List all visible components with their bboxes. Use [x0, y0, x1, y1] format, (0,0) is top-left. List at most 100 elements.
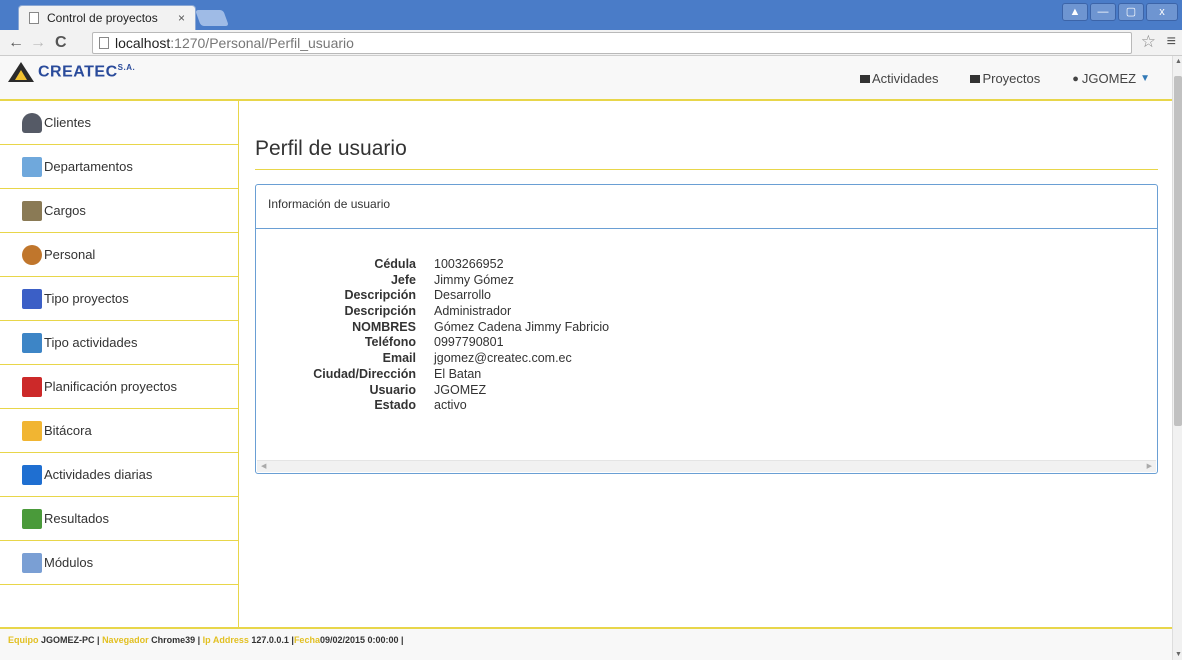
tab-close-icon[interactable]: ×: [178, 11, 185, 25]
sidebar-item-actividades-diarias[interactable]: Actividades diarias: [0, 453, 238, 497]
top-nav: Actividades Proyectos ● JGOMEZ ▼: [859, 71, 1150, 86]
page-title: Perfil de usuario: [255, 137, 407, 160]
menu-icon[interactable]: ≡: [1167, 33, 1176, 51]
sidebar-item-clientes[interactable]: Clientes: [0, 101, 238, 145]
maximize-icon[interactable]: ▢: [1118, 3, 1144, 21]
scroll-up-icon[interactable]: ▲: [1175, 58, 1182, 65]
messenger-icon: [22, 464, 42, 485]
detail-value: Administrador: [434, 304, 512, 319]
footer-fecha-value: 09/02/2015 0:00:00 |: [319, 635, 404, 645]
detail-key: Ciudad/Dirección: [313, 366, 416, 381]
detail-row: Ciudad/Dirección El Batan: [256, 367, 956, 383]
sidebar-item-tipo-actividades[interactable]: Tipo actividades: [0, 321, 238, 365]
detail-key: Descripción: [344, 288, 416, 303]
sidebar-item-label: Cargos: [44, 203, 86, 218]
browser-tab[interactable]: Control de proyectos ×: [18, 5, 196, 30]
user-info-panel: Información de usuario Cédula 1003266952 …: [255, 184, 1158, 474]
tasks-icon: [859, 74, 870, 83]
sidebar-item-modulos[interactable]: Módulos: [0, 541, 238, 585]
brand-suffix: S.A.: [117, 62, 136, 72]
footer-ip-label: Ip Address: [202, 635, 249, 645]
sidebar-item-resultados[interactable]: Resultados: [0, 497, 238, 541]
new-tab-button[interactable]: [195, 10, 229, 26]
sidebar-item-departamentos[interactable]: Departamentos: [0, 145, 238, 189]
detail-key: Email: [382, 351, 416, 366]
sidebar-item-label: Personal: [44, 247, 96, 262]
detail-value: jgomez@createc.com.ec: [434, 351, 572, 366]
pencil-icon: [22, 552, 42, 573]
folder-yellow-icon: [22, 420, 42, 441]
footer-equipo-label: Equipo: [8, 635, 39, 645]
scroll-right-icon[interactable]: ▶: [1147, 461, 1152, 473]
sidebar-item-label: Resultados: [44, 511, 110, 526]
browser-toolbar: ← → C localhost :1270/Personal/Perfil_us…: [0, 30, 1182, 56]
project-type-icon: [22, 288, 42, 309]
detail-row: Estado activo: [256, 398, 956, 414]
detail-row: Descripción Desarrollo: [256, 288, 956, 304]
forward-icon[interactable]: →: [30, 33, 46, 53]
scrollbar-thumb[interactable]: [1174, 76, 1182, 426]
toolbox-icon: [22, 376, 42, 397]
sidebar-item-personal[interactable]: Personal: [0, 233, 238, 277]
detail-row: Teléfono 0997790801: [256, 335, 956, 351]
detail-value: 1003266952: [434, 257, 504, 271]
detail-key: NOMBRES: [352, 319, 416, 334]
sidebar-item-label: Departamentos: [44, 159, 133, 174]
detail-row: Email jgomez@createc.com.ec: [256, 351, 956, 367]
user-icon: ●: [1072, 72, 1079, 85]
sidebar-item-planificacion-proyectos[interactable]: Planificación proyectos: [0, 365, 238, 409]
nav-proyectos-label: Proyectos: [982, 71, 1041, 86]
sidebar-item-label: Bitácora: [44, 423, 92, 438]
detail-value: JGOMEZ: [434, 382, 487, 397]
sidebar-item-bitacora[interactable]: Bitácora: [0, 409, 238, 453]
footer: Equipo JGOMEZ-PC | Navegador Chrome39 | …: [0, 627, 1172, 660]
detail-key: Usuario: [369, 382, 416, 397]
panel-horizontal-scrollbar[interactable]: ◀ ▶: [257, 460, 1156, 472]
detail-key: Descripción: [344, 304, 416, 319]
footer-fecha-label: Fecha: [293, 635, 320, 645]
folder-icon: [970, 74, 981, 83]
reload-icon[interactable]: C: [55, 33, 67, 53]
spreadsheet-icon: [22, 508, 42, 529]
detail-key: Estado: [374, 398, 416, 413]
nav-proyectos[interactable]: Proyectos: [970, 71, 1040, 86]
detail-row: Descripción Administrador: [256, 304, 956, 320]
url-host: localhost: [115, 35, 171, 51]
page-scrollbar[interactable]: ▲ ▼: [1172, 56, 1182, 660]
caret-down-icon: ▼: [1140, 73, 1150, 84]
minimize-icon[interactable]: —: [1090, 3, 1116, 21]
folder-blue-icon: [22, 332, 42, 353]
sidebar-item-tipo-proyectos[interactable]: Tipo proyectos: [0, 277, 238, 321]
detail-value: activo: [434, 398, 467, 413]
tab-title: Control de proyectos: [47, 11, 158, 25]
back-icon[interactable]: ←: [8, 33, 24, 53]
user-menu[interactable]: ● JGOMEZ ▼: [1072, 71, 1150, 86]
sidebar-item-label: Módulos: [44, 555, 94, 570]
user-switch-icon[interactable]: ▲: [1062, 3, 1088, 21]
scroll-left-icon[interactable]: ◀: [261, 461, 266, 473]
detail-value: 0997790801: [434, 335, 504, 350]
footer-ip-value: 127.0.0.1 |: [251, 635, 294, 645]
sidebar-item-label: Tipo actividades: [44, 335, 138, 350]
detail-value: Jimmy Gómez: [434, 272, 514, 287]
window-controls: ▲ — ▢ x: [1062, 3, 1178, 21]
people-icon: [22, 244, 42, 265]
nav-actividades-label: Actividades: [871, 71, 939, 86]
sidebar-item-cargos[interactable]: Cargos: [0, 189, 238, 233]
address-bar[interactable]: localhost :1270/Personal/Perfil_usuario: [92, 32, 1132, 54]
clipboard-icon: [22, 200, 42, 221]
nav-actividades[interactable]: Actividades: [859, 71, 939, 86]
title-divider: [255, 169, 1158, 170]
bookmark-star-icon[interactable]: ☆: [1141, 32, 1156, 52]
client-icon: [22, 112, 42, 133]
scroll-down-icon[interactable]: ▼: [1175, 651, 1182, 658]
detail-key: Teléfono: [364, 335, 416, 350]
brand-name: CREATEC: [38, 63, 118, 81]
panel-heading: Información de usuario: [256, 185, 1157, 229]
top-navbar: CREATECS.A. Actividades Proyectos ● JGOM…: [0, 56, 1172, 101]
brand-logo[interactable]: CREATECS.A.: [8, 61, 135, 83]
detail-value: El Batan: [434, 366, 482, 381]
close-window-icon[interactable]: x: [1146, 3, 1178, 21]
sidebar-item-label: Tipo proyectos: [44, 291, 129, 306]
sidebar-item-label: Planificación proyectos: [44, 379, 177, 394]
